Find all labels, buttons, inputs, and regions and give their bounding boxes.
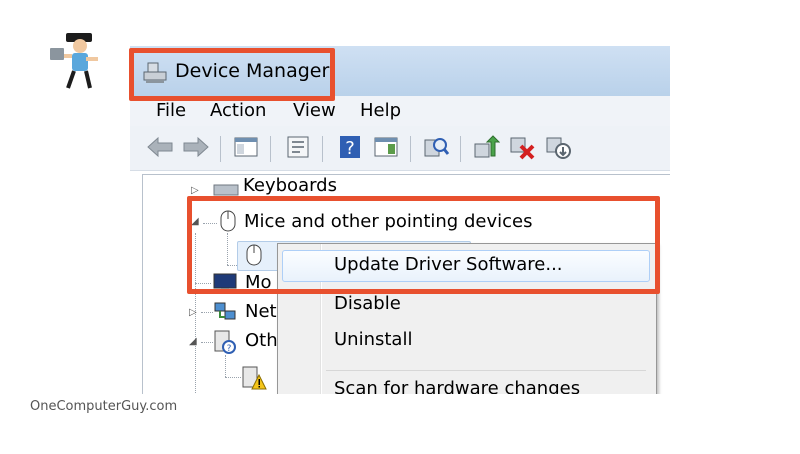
tree-item-network[interactable]: Net — [245, 301, 277, 322]
update-driver-icon[interactable] — [472, 134, 500, 160]
menu-view[interactable]: View — [293, 100, 336, 121]
network-adapter-icon — [214, 302, 236, 320]
collapse-other-icon[interactable]: ◢ — [189, 336, 197, 347]
keyboard-icon — [213, 184, 239, 196]
menu-item-disable[interactable]: Disable — [334, 293, 401, 314]
scan-hardware-icon[interactable] — [422, 134, 450, 160]
tree-item-other-devices[interactable]: Oth — [245, 330, 278, 351]
uninstall-device-icon[interactable] — [508, 134, 536, 160]
watermark: OneComputerGuy.com — [30, 399, 178, 414]
properties-icon[interactable] — [284, 134, 312, 160]
toolbar: ? — [130, 126, 670, 171]
menu-file[interactable]: File — [156, 100, 186, 121]
highlight-title-box — [129, 48, 335, 101]
brand-logo — [50, 33, 98, 89]
highlight-mice-box — [187, 196, 660, 294]
tree-item-keyboards[interactable]: Keyboards — [243, 175, 337, 196]
menu-help[interactable]: Help — [360, 100, 401, 121]
expand-keyboards-icon[interactable]: ▷ — [191, 185, 199, 196]
warning-device-icon — [242, 366, 267, 390]
action-pane-icon[interactable] — [372, 134, 400, 160]
forward-icon[interactable] — [182, 134, 210, 160]
menu-action[interactable]: Action — [210, 100, 266, 121]
svg-text:?: ? — [345, 138, 355, 159]
disable-device-icon[interactable] — [544, 134, 572, 160]
expand-network-icon[interactable]: ▷ — [189, 307, 197, 318]
menu-item-uninstall[interactable]: Uninstall — [334, 329, 412, 350]
show-hide-console-tree-icon[interactable] — [232, 134, 260, 160]
svg-text:?: ? — [227, 344, 232, 354]
back-icon[interactable] — [146, 134, 174, 160]
help-icon[interactable]: ? — [336, 134, 364, 160]
other-devices-icon: ? — [214, 330, 236, 354]
